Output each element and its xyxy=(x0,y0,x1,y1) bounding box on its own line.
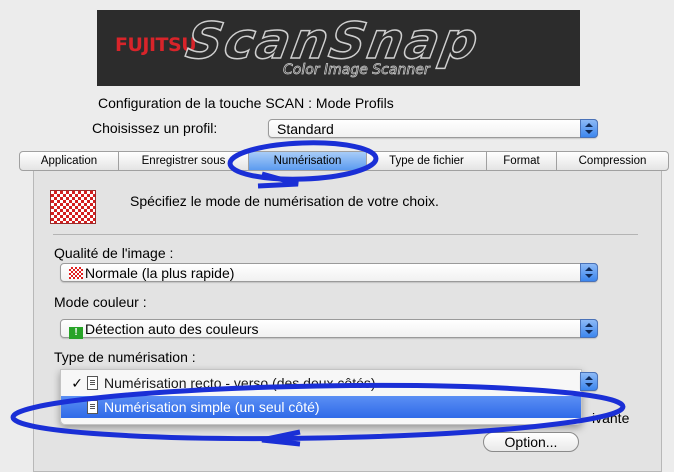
tab-file-type[interactable]: Type de fichier xyxy=(367,151,487,171)
menu-item-simplex-label: Numérisation simple (un seul côté) xyxy=(104,399,320,415)
chevron-updown-icon xyxy=(580,119,598,138)
image-quality-select[interactable]: Normale (la plus rapide) xyxy=(60,263,598,282)
scan-mode-icon xyxy=(50,190,96,224)
chevron-updown-icon xyxy=(580,263,598,282)
color-mode-label: Mode couleur : xyxy=(54,294,147,310)
scan-type-select-arrows[interactable] xyxy=(580,372,598,391)
menu-item-duplex-label: Numérisation recto - verso (des deux côt… xyxy=(104,375,376,391)
tab-bar: Application Enregistrer sous Numérisatio… xyxy=(19,151,669,171)
profile-select-value: Standard xyxy=(277,121,334,137)
document-icon xyxy=(87,400,98,414)
image-quality-label: Qualité de l'image : xyxy=(54,245,174,261)
menu-item-simplex[interactable]: Numérisation simple (un seul côté) xyxy=(61,396,581,418)
check-icon: ✓ xyxy=(71,375,83,391)
profile-select[interactable]: Standard xyxy=(268,119,598,138)
scansnap-subtitle: Color Image Scanner xyxy=(283,62,430,79)
separator xyxy=(53,234,638,235)
tab-save-as[interactable]: Enregistrer sous xyxy=(119,151,249,171)
tab-application[interactable]: Application xyxy=(19,151,119,171)
tab-scanning[interactable]: Numérisation xyxy=(249,151,367,171)
profile-label: Choisissez un profil: xyxy=(92,120,218,136)
tab-compression[interactable]: Compression xyxy=(557,151,669,171)
color-mode-select[interactable]: ! Détection auto des couleurs xyxy=(60,319,598,339)
scansnap-banner: FUJITSU ScanSnap Color Image Scanner xyxy=(97,10,580,86)
scan-mode-description: Spécifiez le mode de numérisation de vot… xyxy=(130,193,439,209)
menu-item-duplex[interactable]: ✓ Numérisation recto - verso (des deux cô… xyxy=(61,372,581,394)
chevron-updown-icon xyxy=(580,372,598,391)
quality-icon xyxy=(69,267,83,279)
next-page-fragment: ivante xyxy=(592,410,630,426)
document-icon xyxy=(87,376,98,390)
option-button[interactable]: Option... xyxy=(483,432,579,452)
scan-type-label: Type de numérisation : xyxy=(54,349,196,365)
config-title: Configuration de la touche SCAN : Mode P… xyxy=(98,95,394,111)
image-quality-value: Normale (la plus rapide) xyxy=(85,265,235,281)
tab-format[interactable]: Format xyxy=(487,151,557,171)
chevron-updown-icon xyxy=(580,319,598,338)
color-mode-value: Détection auto des couleurs xyxy=(85,321,259,337)
scan-type-menu: ✓ Numérisation recto - verso (des deux cô… xyxy=(60,369,582,425)
color-detect-icon: ! xyxy=(69,327,83,339)
